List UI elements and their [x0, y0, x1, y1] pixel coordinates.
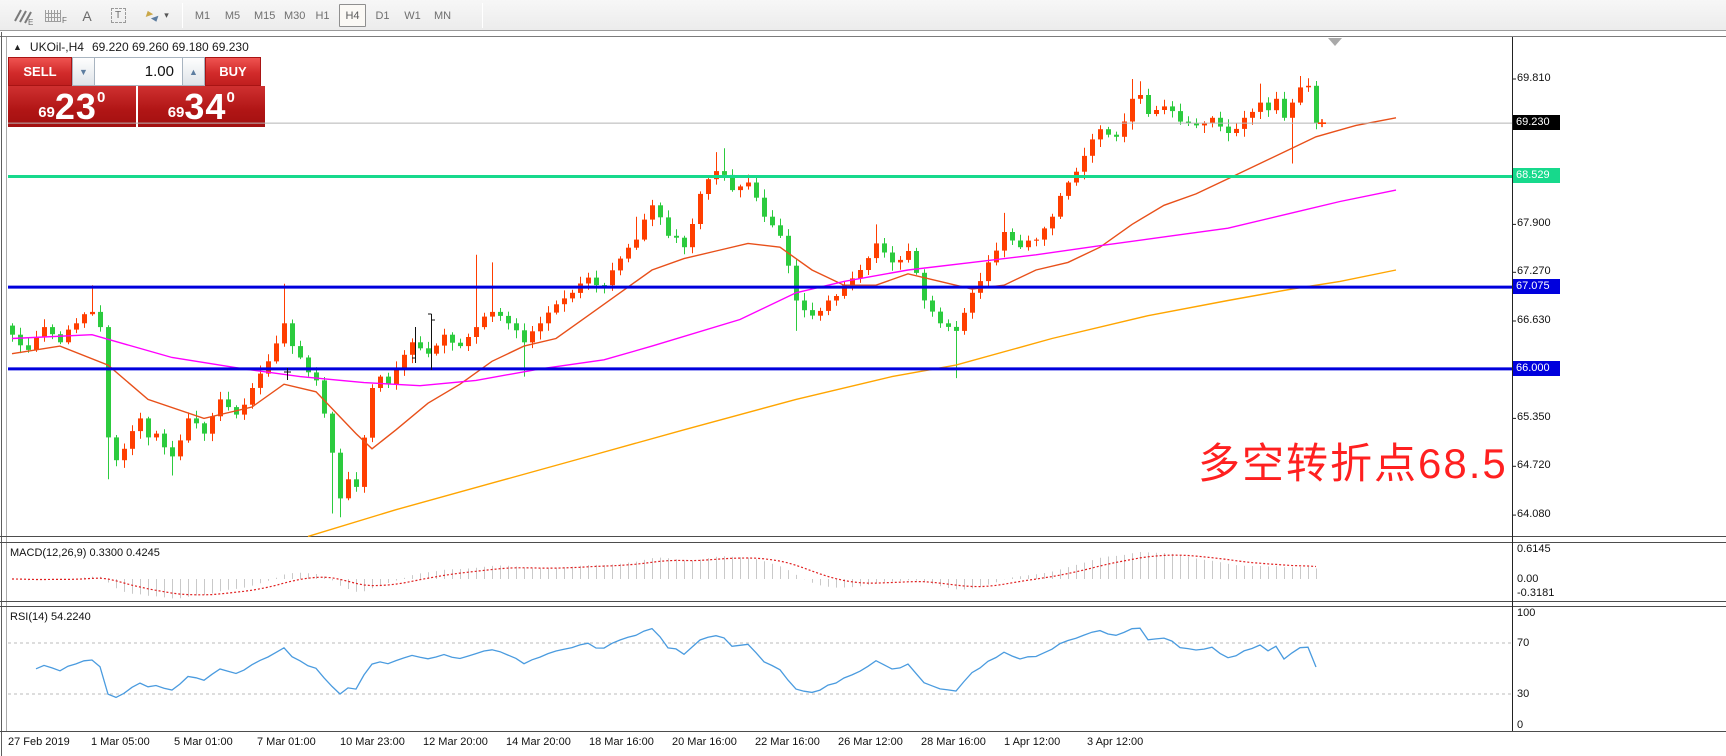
indicators-icon[interactable]: E — [8, 3, 38, 28]
time-tick-label: 27 Feb 2019 — [8, 736, 70, 748]
price-level-badge: 67.075 — [1513, 279, 1560, 294]
timeframe-button-m1[interactable]: M1 — [189, 4, 216, 27]
time-tick-label: 20 Mar 16:00 — [672, 736, 737, 748]
time-tick-label: 22 Mar 16:00 — [755, 736, 820, 748]
macd-axis-label: 0.6145 — [1517, 543, 1551, 555]
timeframe-button-w1[interactable]: W1 — [399, 4, 426, 27]
grid-icon[interactable]: F — [42, 3, 70, 28]
rsi-axis-label: 100 — [1517, 607, 1535, 619]
time-tick-label: 5 Mar 01:00 — [174, 736, 233, 748]
macd-panel-area[interactable] — [8, 543, 1512, 601]
macd-axis-label: -0.3181 — [1517, 587, 1554, 599]
time-tick-label: 18 Mar 16:00 — [589, 736, 654, 748]
top-toolbar: E F A T ▾ M1M5M15M30H1H4D1W1MN — [0, 0, 1726, 31]
chart-shift-marker-icon[interactable] — [1328, 38, 1342, 46]
time-tick-label: 10 Mar 23:00 — [340, 736, 405, 748]
panel-separator — [0, 606, 1726, 607]
window-border — [1, 32, 2, 756]
window-border — [6, 37, 7, 731]
timeframe-button-d1[interactable]: D1 — [369, 4, 396, 27]
time-axis-border — [0, 731, 1726, 732]
toolbar-separator — [482, 3, 483, 28]
macd-indicator-label: MACD(12,26,9) 0.3300 0.4245 — [10, 547, 160, 559]
macd-axis-label: 0.00 — [1517, 573, 1538, 585]
svg-text:E: E — [28, 18, 33, 26]
price-tick-label: 67.900 — [1517, 217, 1551, 229]
panel-separator — [0, 542, 1726, 543]
mt4-window: { "toolbar": { "icons": [ { "name": "ind… — [0, 0, 1726, 756]
timeframe-button-h1[interactable]: H1 — [309, 4, 336, 27]
timeframe-button-m30[interactable]: M30 — [279, 4, 310, 27]
panel-separator[interactable] — [0, 601, 1726, 602]
chart-text-annotation: 多空转折点68.5 — [1198, 430, 1508, 491]
time-tick-label: 7 Mar 01:00 — [257, 736, 316, 748]
panel-separator[interactable] — [0, 536, 1726, 537]
price-axis-border — [1512, 37, 1513, 731]
objects-icon[interactable]: ▾ — [140, 3, 174, 28]
price-tick-label: 64.720 — [1517, 459, 1551, 471]
time-tick-label: 28 Mar 16:00 — [921, 736, 986, 748]
time-tick-label: 1 Mar 05:00 — [91, 736, 150, 748]
timeframe-button-m15[interactable]: M15 — [249, 4, 280, 27]
timeframe-button-h4[interactable]: H4 — [339, 4, 366, 27]
time-tick-label: 12 Mar 20:00 — [423, 736, 488, 748]
price-tick-label: 64.080 — [1517, 508, 1551, 520]
rsi-axis-label: 70 — [1517, 637, 1529, 649]
rsi-axis-label: 30 — [1517, 688, 1529, 700]
timeframe-button-m5[interactable]: M5 — [219, 4, 246, 27]
text-box-icon[interactable]: T — [106, 3, 130, 28]
rsi-indicator-label: RSI(14) 54.2240 — [10, 611, 91, 623]
price-tick-label: 69.810 — [1517, 72, 1551, 84]
price-scale[interactable] — [1512, 37, 1726, 731]
price-level-badge: 66.000 — [1513, 361, 1560, 376]
price-tick-label: 65.350 — [1517, 411, 1551, 423]
timeframe-button-mn[interactable]: MN — [429, 4, 456, 27]
time-tick-label: 14 Mar 20:00 — [506, 736, 571, 748]
rsi-panel-area[interactable] — [8, 607, 1512, 731]
price-tick-label: 67.270 — [1517, 265, 1551, 277]
time-tick-label: 26 Mar 12:00 — [838, 736, 903, 748]
price-tick-label: 66.630 — [1517, 314, 1551, 326]
rsi-axis-label: 0 — [1517, 719, 1523, 731]
price-level-badge: 69.230 — [1513, 115, 1560, 130]
time-tick-label: 1 Apr 12:00 — [1004, 736, 1060, 748]
price-level-badge: 68.529 — [1513, 168, 1560, 183]
time-tick-label: 3 Apr 12:00 — [1087, 736, 1143, 748]
text-label-icon[interactable]: A — [76, 3, 98, 28]
toolbar-separator — [182, 3, 183, 28]
